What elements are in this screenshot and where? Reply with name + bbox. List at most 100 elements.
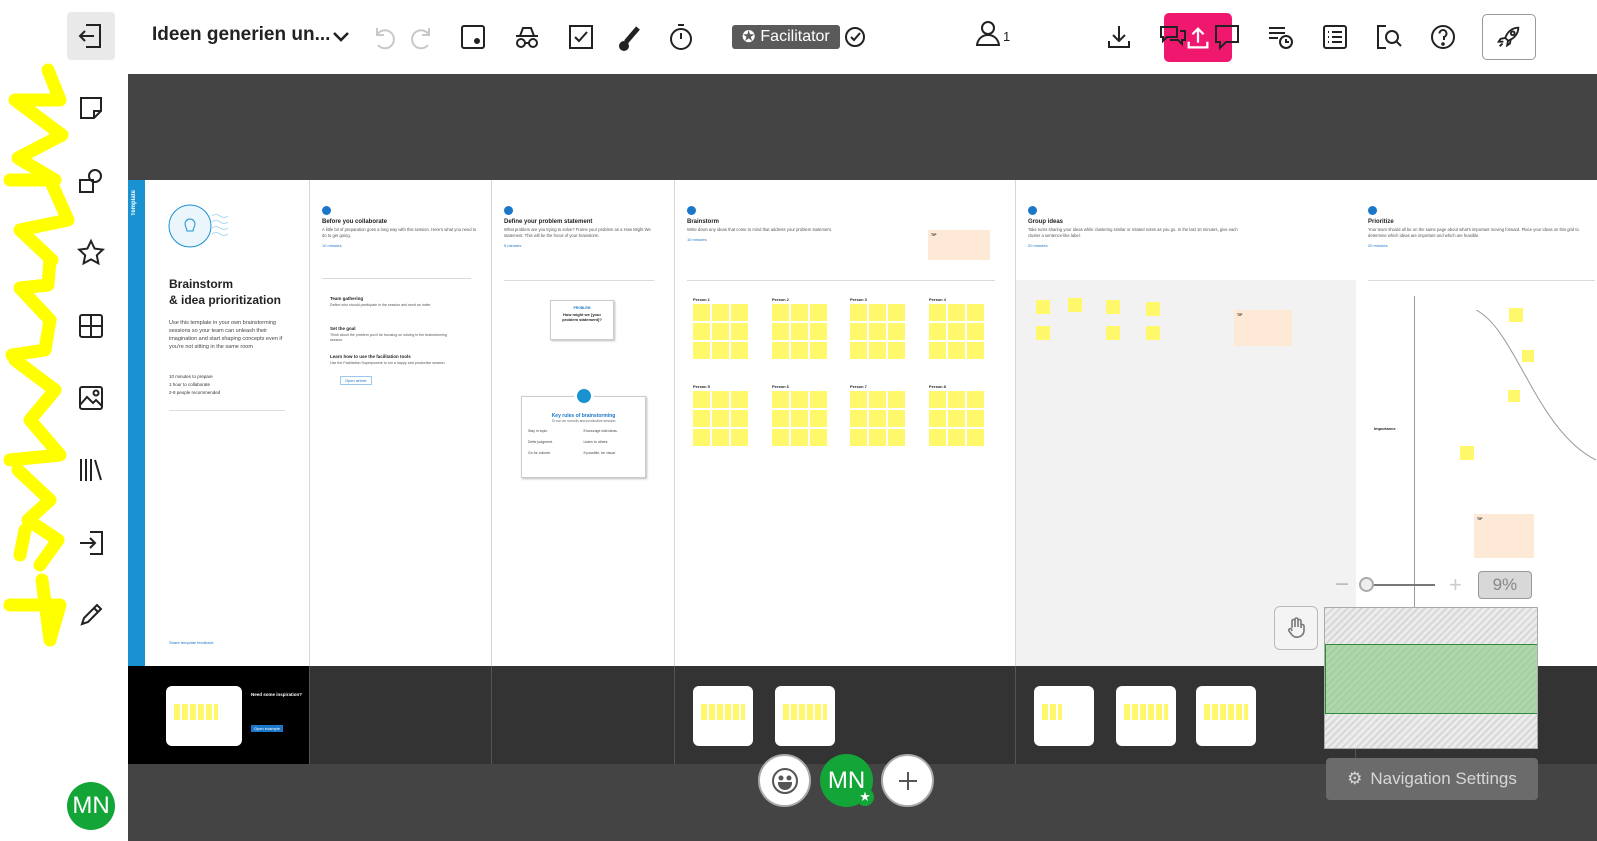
tip-label: TIP (1477, 517, 1483, 521)
tip-note[interactable]: TIP (1234, 310, 1292, 346)
import-tool[interactable] (67, 519, 115, 567)
template-label: Template (131, 190, 137, 216)
frame-group-ideas[interactable]: Group ideas Take turns sharing your idea… (1016, 180, 1356, 666)
redo-button[interactable] (404, 18, 442, 56)
importance-label: Importance (1374, 426, 1396, 431)
undo-button[interactable] (364, 18, 402, 56)
sticky-note[interactable] (1522, 350, 1534, 362)
sticky-note[interactable] (1068, 298, 1082, 312)
sticky-note[interactable] (1508, 390, 1520, 402)
navigation-settings-button[interactable]: ⚙ Navigation Settings (1326, 758, 1538, 800)
sticky-note[interactable] (1106, 326, 1120, 340)
voting-button[interactable] (562, 18, 600, 56)
brainstorm-rules-card[interactable]: Key rules of brainstorming To run an smo… (521, 386, 646, 478)
facilitator-check-button[interactable] (836, 18, 874, 56)
frame-header: Prioritize Your team should all be on th… (1368, 206, 1595, 248)
zoom-out-button[interactable]: − (1335, 571, 1349, 599)
zoom-in-button[interactable]: + (1449, 572, 1462, 598)
image-tool[interactable] (67, 374, 115, 422)
minimap-viewport[interactable] (1325, 644, 1537, 714)
board-menu-dropdown[interactable] (322, 18, 360, 56)
inspiration-thumb[interactable] (166, 686, 242, 746)
sticky-note[interactable] (1509, 308, 1523, 322)
chat-button[interactable] (1154, 18, 1192, 56)
collapse-sidebar-button[interactable] (67, 12, 115, 60)
sticky-note[interactable] (1106, 300, 1120, 314)
group-thumb-3[interactable] (1196, 686, 1256, 746)
comments-button[interactable] (1208, 18, 1246, 56)
templates-tool[interactable] (67, 302, 115, 350)
sticky-note[interactable] (1460, 446, 1474, 460)
redo-icon (411, 28, 430, 50)
activity-history-button[interactable] (1262, 18, 1300, 56)
inspiration-link[interactable]: Open example (251, 725, 284, 732)
frame-button[interactable] (454, 18, 492, 56)
open-article-button[interactable]: Open article (340, 376, 372, 385)
tip-note[interactable]: TIP (928, 230, 990, 260)
pan-tool-button[interactable] (1274, 606, 1318, 650)
group-thumb-2[interactable] (1116, 686, 1176, 746)
pen-tool[interactable] (67, 591, 115, 639)
frame-cover[interactable]: Template Brainstorm & idea prioritizatio… (128, 180, 310, 666)
group-thumb-1[interactable] (1034, 686, 1094, 746)
person7-stickies[interactable] (850, 391, 905, 446)
facilitator-badge[interactable]: ✪ Facilitator (732, 25, 840, 49)
frame-define-problem[interactable]: Define your problem statement What probl… (492, 180, 675, 666)
frame-before-you-collaborate[interactable]: Before you collaborate A little bit of p… (310, 180, 492, 666)
person1-stickies[interactable] (693, 304, 748, 359)
minimap[interactable] (1324, 607, 1538, 749)
step-title: Team gathering (330, 296, 364, 301)
person6-stickies[interactable] (772, 391, 827, 446)
problem-card[interactable]: PROBLEM How might we [your problem state… (550, 300, 614, 340)
chevron-down-icon (333, 32, 349, 42)
help-button[interactable] (1424, 18, 1462, 56)
frame-title: Brainstorm (687, 219, 720, 225)
shapes-tool[interactable] (67, 157, 115, 205)
reactions-button[interactable] (758, 754, 811, 807)
online-users[interactable]: 1 (973, 18, 1010, 48)
board-title[interactable]: Ideen generien un... (152, 24, 330, 46)
timer-button[interactable] (662, 18, 700, 56)
zoom-slider-handle[interactable] (1359, 577, 1375, 592)
person4-stickies[interactable] (929, 304, 984, 359)
upgrade-button[interactable] (1482, 14, 1536, 60)
download-button[interactable] (1100, 18, 1138, 56)
library-tool[interactable] (67, 446, 115, 494)
frame-divider (504, 280, 654, 281)
sticky-note[interactable] (1146, 326, 1160, 340)
comment-icon (1215, 25, 1239, 51)
exit-arrow-icon (78, 24, 101, 48)
shapes-icon (79, 169, 102, 193)
laser-pointer-button[interactable] (612, 18, 650, 56)
person5-stickies[interactable] (693, 391, 748, 446)
frame-brainstorm[interactable]: Brainstorm Write down any ideas that com… (675, 180, 1016, 666)
sticky-note-tool[interactable] (67, 84, 115, 132)
private-mode-button[interactable] (508, 18, 546, 56)
frame-title: Prioritize (1368, 219, 1394, 225)
tip-note[interactable]: TIP (1474, 514, 1534, 558)
sticky-note[interactable] (1036, 326, 1050, 340)
zoom-slider[interactable] (1359, 577, 1436, 592)
invite-participant-button[interactable] (881, 754, 934, 807)
person3-stickies[interactable] (850, 304, 905, 359)
cover-feedback-link[interactable]: Share template feedback (169, 640, 213, 645)
cover-stat-collaborate: 1 hour to collaborate (169, 382, 211, 387)
sticky-note[interactable] (1036, 300, 1050, 314)
brainstorm-thumb-1[interactable] (693, 686, 753, 746)
person-label: Person 1 (693, 297, 710, 302)
strip-seg-define (492, 666, 675, 764)
board-canvas[interactable]: Template Brainstorm & idea prioritizatio… (128, 74, 1597, 841)
person-label: Person 8 (929, 384, 946, 389)
search-board-button[interactable] (1370, 18, 1408, 56)
outline-button[interactable] (1316, 18, 1354, 56)
person2-stickies[interactable] (772, 304, 827, 359)
frame-divider (687, 280, 995, 281)
star-icon (76, 238, 106, 266)
user-avatar[interactable]: MN (67, 782, 115, 830)
zoom-percentage[interactable]: 9% (1477, 571, 1532, 599)
sticky-note[interactable] (1146, 302, 1160, 316)
brainstorm-thumb-2[interactable] (775, 686, 835, 746)
person8-stickies[interactable] (929, 391, 984, 446)
favorites-tool[interactable] (67, 229, 115, 277)
frame-time: 20 minutes (1368, 243, 1388, 248)
